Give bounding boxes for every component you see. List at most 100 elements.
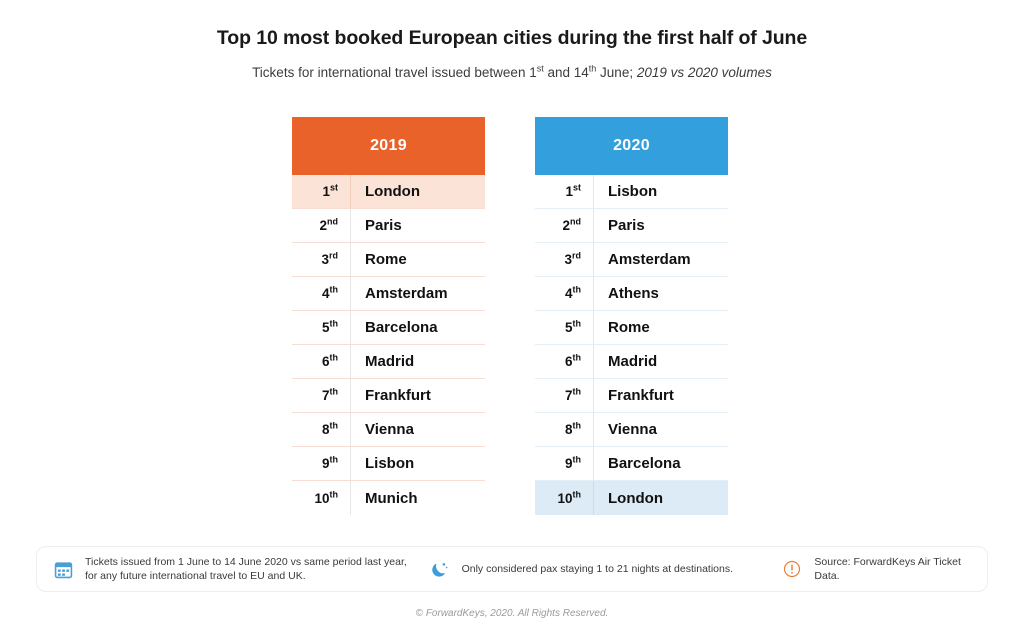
rank-suffix: th (572, 386, 582, 397)
rank-cell: 5th (292, 319, 350, 335)
rank-cell: 2nd (292, 217, 350, 233)
city-cell: Paris (350, 209, 485, 242)
city-cell: Vienna (593, 413, 728, 446)
rank-cell: 3rd (292, 250, 350, 267)
rank-suffix: st (329, 182, 338, 193)
footnote-date-range-text: Tickets issued from 1 June to 14 June 20… (85, 555, 407, 582)
rank-number: 3 (321, 252, 329, 267)
table-body-2019: 1st London 2nd Paris 3rd Rome 4th Amsterdam 5th B… (292, 175, 485, 515)
city-cell: Madrid (350, 345, 485, 378)
rank-suffix: st (572, 182, 581, 193)
table-row: 7th Frankfurt (535, 379, 728, 413)
rank-cell: 8th (535, 420, 593, 437)
city-cell: Amsterdam (350, 277, 485, 310)
rank-cell: 4th (535, 284, 593, 301)
page-subtitle: Tickets for international travel issued … (0, 64, 1024, 82)
rank-cell: 6th (292, 353, 350, 369)
subtitle-italic: 2019 vs 2020 volumes (636, 65, 772, 81)
page-title: Top 10 most booked European cities durin… (216, 27, 808, 49)
footnote-source: Source: ForwardKeys Air Ticket Data. (780, 547, 987, 591)
city-cell: Athens (593, 277, 728, 310)
rank-cell: 10th (292, 489, 350, 506)
rank-suffix: th (572, 454, 582, 465)
city-cell: Paris (593, 209, 728, 242)
footnote-date-range: Tickets issued from 1 June to 14 June 20… (51, 547, 420, 591)
rank-cell: 9th (292, 454, 350, 471)
city-cell: Barcelona (593, 447, 728, 480)
rank-number: 2 (319, 218, 327, 233)
subtitle-text-1: Tickets for international travel issued … (252, 65, 537, 81)
calendar-icon (51, 557, 75, 581)
subtitle-text-3: June; (596, 65, 637, 81)
rank-cell: 4th (292, 284, 350, 301)
rank-cell: 2nd (535, 216, 593, 233)
rank-cell: 7th (535, 386, 593, 403)
city-cell: Amsterdam (593, 243, 728, 276)
table-header-2020: 2020 (535, 117, 728, 175)
rank-suffix: th (329, 454, 339, 465)
footnotes-box: Tickets issued from 1 June to 14 June 20… (36, 546, 988, 592)
rank-number: 3 (564, 252, 572, 267)
rank-number: 5 (564, 320, 573, 335)
table-row: 4th Athens (535, 277, 728, 311)
footnote-stay-length: Only considered pax staying 1 to 21 nigh… (428, 547, 773, 591)
rank-suffix: th (329, 386, 339, 397)
rank-suffix: th (572, 284, 582, 295)
rank-number: 6 (564, 354, 573, 369)
city-cell: Madrid (593, 345, 728, 378)
rank-suffix: rd (329, 250, 338, 261)
table-body-2020: 1st Lisbon 2nd Paris 3rd Amsterdam 4th Athens 5t… (535, 175, 728, 515)
city-cell: London (350, 175, 485, 208)
table-row: 1st London (292, 175, 485, 209)
table-row: 5th Rome (535, 311, 728, 345)
copyright-text: © ForwardKeys, 2020. All Rights Reserved… (415, 608, 609, 619)
rank-cell: 9th (535, 454, 593, 471)
rank-suffix: nd (570, 216, 581, 227)
table-row: 9th Barcelona (535, 447, 728, 481)
rank-suffix: th (329, 489, 339, 499)
ranking-tables: 2019 1st London 2nd Paris 3rd Rome 4th Amsterda… (292, 117, 728, 515)
subtitle-sup-1: st (536, 63, 544, 74)
rank-number: 10 (557, 490, 573, 506)
rank-number: 7 (564, 388, 573, 403)
table-header-2019: 2019 (292, 117, 485, 175)
ranking-table-2020: 2020 1st Lisbon 2nd Paris 3rd Amsterdam 4th Ath… (535, 117, 728, 515)
rank-suffix: th (572, 420, 582, 431)
table-row: 8th Vienna (292, 413, 485, 447)
rank-cell: 10th (535, 489, 593, 506)
rank-suffix: th (329, 420, 339, 431)
rank-number: 5 (321, 320, 330, 335)
city-cell: Vienna (350, 413, 485, 446)
rank-suffix: th (572, 318, 582, 329)
ranking-table-2019: 2019 1st London 2nd Paris 3rd Rome 4th Amsterda… (292, 117, 485, 515)
table-row: 5th Barcelona (292, 311, 485, 345)
rank-number: 1 (322, 184, 330, 199)
rank-cell: 8th (292, 420, 350, 437)
table-row: 7th Frankfurt (292, 379, 485, 413)
rank-cell: 1st (292, 182, 350, 199)
rank-number: 9 (564, 456, 573, 471)
infographic-page: Top 10 most booked European cities durin… (0, 0, 1024, 631)
rank-cell: 5th (535, 318, 593, 335)
city-cell: Rome (350, 243, 485, 276)
rank-suffix: rd (572, 250, 581, 261)
rank-cell: 6th (535, 353, 593, 369)
table-row: 10th London (535, 481, 728, 515)
rank-number: 8 (321, 422, 330, 437)
table-row: 4th Amsterdam (292, 277, 485, 311)
rank-suffix: th (572, 489, 582, 499)
rank-cell: 7th (292, 386, 350, 403)
rank-number: 4 (321, 286, 330, 301)
city-cell: Rome (593, 311, 728, 344)
rank-cell: 1st (535, 182, 593, 199)
table-row: 3rd Rome (292, 243, 485, 277)
rank-number: 6 (321, 354, 330, 369)
city-cell: Lisbon (593, 175, 728, 208)
footnote-source-text: Source: ForwardKeys Air Ticket Data. (814, 555, 961, 582)
rank-number: 1 (565, 184, 573, 199)
city-cell: Frankfurt (350, 379, 485, 412)
table-row: 6th Madrid (292, 345, 485, 379)
rank-cell: 3rd (535, 250, 593, 267)
table-row: 1st Lisbon (535, 175, 728, 209)
rank-suffix: th (329, 284, 339, 295)
